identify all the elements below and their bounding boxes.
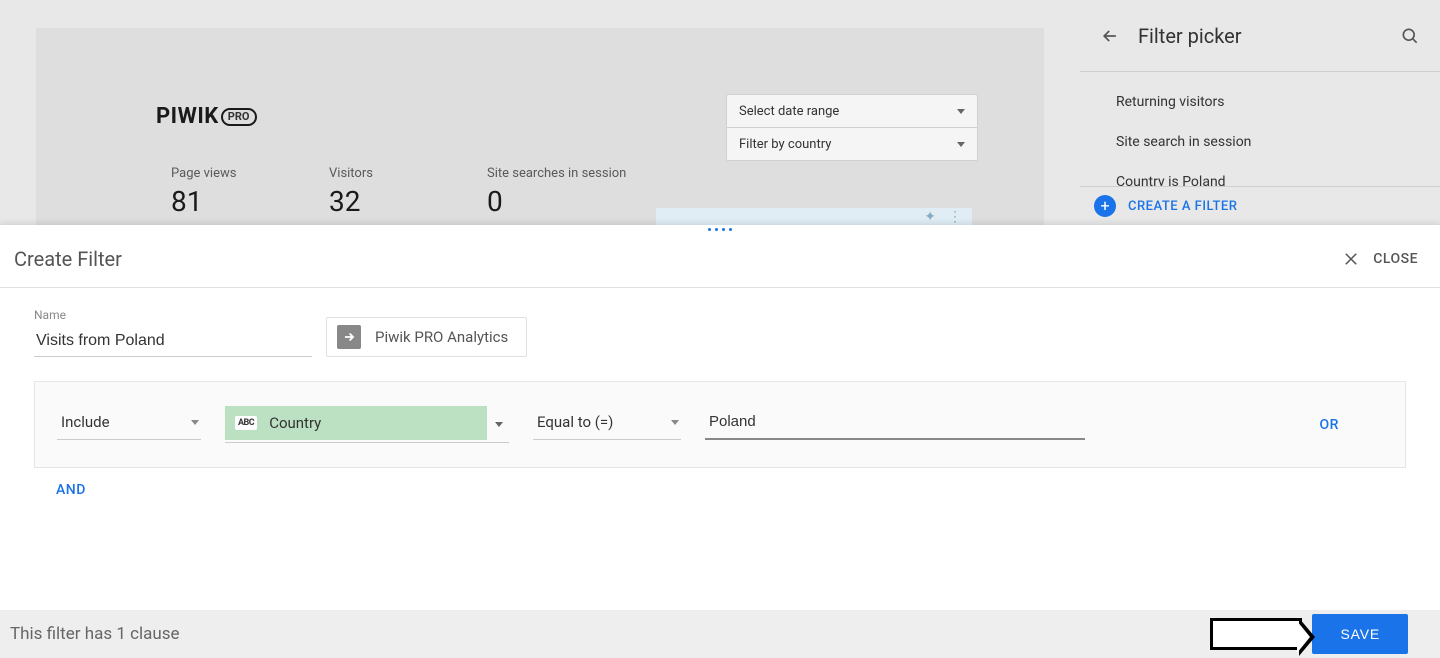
operator-dropdown[interactable]: Equal to (=) (533, 409, 681, 440)
stat-value: 32 (329, 185, 433, 218)
sidebar-item-country-poland[interactable]: Country is Poland (1108, 162, 1440, 186)
close-label: CLOSE (1373, 251, 1418, 267)
footer-right: SAVE (1210, 614, 1408, 654)
include-label: Include (61, 413, 110, 431)
dimension-label: Country (269, 414, 321, 432)
drag-handle-icon[interactable] (0, 225, 1440, 237)
create-filter-panel: Create Filter CLOSE Name Piwik PRO Analy… (0, 225, 1440, 658)
chevron-down-icon (957, 142, 965, 147)
country-filter-label: Filter by country (739, 137, 831, 152)
stat-visitors: Visitors 32 (329, 166, 433, 218)
condition-box: Include ABC Country Equal to (=) OR (34, 381, 1406, 468)
sidebar-item-site-search[interactable]: Site search in session (1108, 122, 1440, 162)
save-button[interactable]: SAVE (1312, 614, 1408, 654)
logo-text: PIWIK (156, 104, 219, 129)
source-label: Piwik PRO Analytics (375, 328, 508, 346)
annotation-arrow (1210, 618, 1302, 650)
logo: PIWIK PRO (156, 104, 257, 129)
sidebar-item-returning-visitors[interactable]: Returning visitors (1108, 82, 1440, 122)
dashboard-card: PIWIK PRO Select date range Filter by co… (36, 28, 1044, 228)
stat-value: 0 (487, 185, 626, 218)
panel-body: Name Piwik PRO Analytics Include ABC (0, 288, 1440, 610)
more-icon[interactable]: ⋮ (948, 209, 962, 225)
stat-label: Page views (171, 166, 275, 181)
panel-title: Create Filter (14, 247, 122, 271)
dimension-chip: ABC Country (225, 406, 487, 440)
sidebar-list: Returning visitors Site search in sessio… (1080, 72, 1440, 186)
chevron-down-icon (495, 422, 503, 427)
stat-label: Site searches in session (487, 166, 626, 181)
create-filter-row[interactable]: + CREATE A FILTER (1080, 186, 1440, 225)
date-range-select[interactable]: Select date range (726, 94, 978, 128)
name-input[interactable] (34, 328, 312, 357)
close-button[interactable]: CLOSE (1339, 247, 1418, 271)
chevron-down-icon (191, 420, 199, 425)
panel-header: Create Filter CLOSE (0, 237, 1440, 288)
date-range-label: Select date range (739, 104, 839, 119)
sidebar-header: Filter picker (1080, 0, 1440, 72)
operator-label: Equal to (=) (537, 413, 613, 431)
stat-label: Visitors (329, 166, 433, 181)
abc-badge: ABC (235, 416, 257, 430)
dimension-dropdown[interactable]: ABC Country (225, 406, 509, 443)
footer-status: This filter has 1 clause (10, 624, 180, 644)
back-arrow-icon[interactable] (1098, 24, 1122, 48)
chevron-down-icon (957, 109, 965, 114)
hint-strip: ✦ ⋮ (656, 208, 972, 225)
source-chip[interactable]: Piwik PRO Analytics (326, 317, 527, 357)
include-dropdown[interactable]: Include (57, 409, 201, 440)
stat-site-searches: Site searches in session 0 (487, 166, 626, 218)
stat-value: 81 (171, 185, 275, 218)
close-icon (1339, 247, 1363, 271)
filter-picker-sidebar: Filter picker Returning visitors Site se… (1080, 0, 1440, 225)
name-row: Name Piwik PRO Analytics (34, 308, 1406, 357)
stat-page-views: Page views 81 (171, 166, 275, 218)
wand-icon[interactable]: ✦ (924, 209, 936, 225)
create-filter-label: CREATE A FILTER (1128, 199, 1237, 214)
value-input[interactable] (705, 409, 1085, 440)
name-label: Name (34, 308, 312, 322)
dashboard: PIWIK PRO Select date range Filter by co… (0, 0, 1080, 228)
search-icon[interactable] (1398, 24, 1422, 48)
logo-pill: PRO (221, 108, 257, 126)
dashboard-controls: Select date range Filter by country (726, 94, 978, 160)
arrow-right-icon (337, 325, 361, 349)
filter-picker-title: Filter picker (1138, 24, 1382, 48)
or-button[interactable]: OR (1320, 417, 1383, 433)
and-button[interactable]: AND (34, 468, 86, 498)
panel-footer: This filter has 1 clause SAVE (0, 610, 1440, 658)
name-field-wrap: Name (34, 308, 312, 357)
country-select[interactable]: Filter by country (726, 127, 978, 161)
condition-left: Include ABC Country Equal to (=) (57, 406, 1085, 443)
stats-row: Page views 81 Visitors 32 Site searches … (171, 166, 626, 218)
chevron-down-icon (671, 420, 679, 425)
plus-icon: + (1094, 195, 1116, 217)
